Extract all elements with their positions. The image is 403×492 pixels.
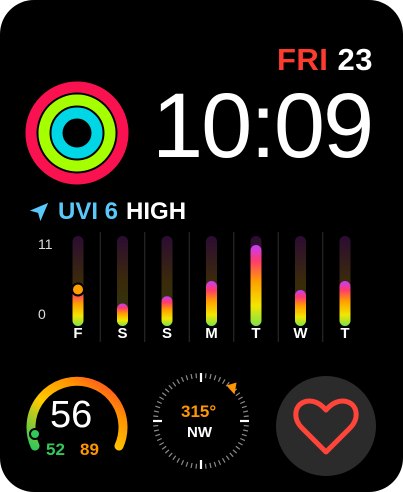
activity-rings[interactable] <box>24 80 130 186</box>
compass-tick <box>237 441 243 446</box>
uv-bar <box>117 303 128 326</box>
compass-tick <box>243 424 249 427</box>
compass-tick <box>168 452 173 458</box>
compass-tick <box>213 375 217 381</box>
uv-level-label: HIGH <box>126 198 187 225</box>
compass-tick <box>235 445 241 450</box>
uv-day-labels: FSSMTWT <box>0 325 403 345</box>
uv-current-marker <box>71 282 85 297</box>
compass-tick <box>225 455 230 461</box>
compass-tick <box>153 429 160 432</box>
gauge-high: 89 <box>80 440 99 459</box>
compass-tick <box>229 452 234 458</box>
compass-tick <box>153 424 159 427</box>
compass-tick <box>153 410 160 413</box>
compass-tick <box>164 388 170 393</box>
uv-index-label: UVI 6 <box>58 198 119 225</box>
compass-tick <box>180 376 185 382</box>
uv-day-label: F <box>73 325 83 342</box>
compass-tick <box>156 400 162 405</box>
gauge-indicator <box>29 428 41 440</box>
compass-tick <box>241 405 247 409</box>
compass-tick <box>176 379 181 385</box>
uv-axis-min: 0 <box>38 306 46 322</box>
uv-day-label: S <box>161 325 172 342</box>
uv-header[interactable]: UVI 6 HIGH <box>28 198 186 226</box>
uv-bar <box>206 281 217 326</box>
compass-tick <box>172 455 177 461</box>
compass-tick <box>176 457 181 463</box>
compass-tick <box>180 460 185 466</box>
heart-rate-button[interactable] <box>276 376 376 476</box>
uv-bar <box>250 245 262 326</box>
compass-direction: NW <box>187 424 212 441</box>
compass-tick <box>209 373 212 380</box>
uv-day-label: T <box>251 325 261 342</box>
compass-tick <box>209 462 212 469</box>
compass-tick <box>155 405 161 409</box>
compass-tick <box>232 449 238 454</box>
time-display: 10:09 <box>152 75 374 177</box>
date-display: FRI 23 <box>277 42 373 78</box>
gauge-value: 56 <box>50 394 93 436</box>
compass-tick <box>240 437 246 442</box>
uv-axis-max: 11 <box>38 236 53 252</box>
compass-tick <box>159 396 165 401</box>
uv-day-label: M <box>205 325 218 342</box>
compass-tick <box>185 461 189 467</box>
compass-tick <box>237 396 243 401</box>
uv-bar <box>295 290 306 326</box>
compass-tick <box>168 384 173 390</box>
compass-tick <box>243 415 249 418</box>
watch-face: FRI 23 10:09 UVI 6 HIGH 11 0 F S S M T W… <box>0 0 403 492</box>
compass-tick <box>217 376 222 382</box>
uv-day-label: W <box>293 325 308 342</box>
compass-tick <box>242 429 249 432</box>
heart-icon <box>293 398 359 455</box>
compass-tick <box>190 462 193 469</box>
compass-tick <box>221 379 226 385</box>
compass-tick <box>195 373 198 379</box>
compass-tick <box>221 457 226 463</box>
uv-bar <box>339 281 351 326</box>
compass-tick <box>204 373 207 379</box>
compass-tick <box>195 463 198 469</box>
gauge-low: 52 <box>46 440 65 459</box>
compass-tick <box>155 433 161 437</box>
compass-tick <box>172 381 177 387</box>
compass-tick <box>156 437 162 442</box>
uv-bar <box>161 296 173 326</box>
compass-tick <box>190 373 193 380</box>
compass-tick <box>217 460 222 466</box>
compass-heading: 315° <box>181 402 217 421</box>
day-of-month: 23 <box>337 42 373 77</box>
compass-tick <box>213 461 217 467</box>
compass-tick <box>164 449 170 454</box>
compass-tick <box>159 441 165 446</box>
compass-tick <box>153 415 159 418</box>
uv-day-label: S <box>117 325 128 342</box>
compass-tick <box>161 445 167 450</box>
compass-tick <box>185 375 189 381</box>
weekday: FRI <box>276 42 329 77</box>
compass-tick <box>242 410 249 413</box>
uv-day-label: T <box>340 325 350 342</box>
compass-tick <box>240 400 246 405</box>
compass-tick <box>241 433 247 437</box>
compass-tick <box>235 392 241 397</box>
stand-ring <box>51 107 103 159</box>
compass-tick <box>161 392 167 397</box>
compass-tick <box>204 463 207 469</box>
location-arrow-icon <box>29 202 49 222</box>
